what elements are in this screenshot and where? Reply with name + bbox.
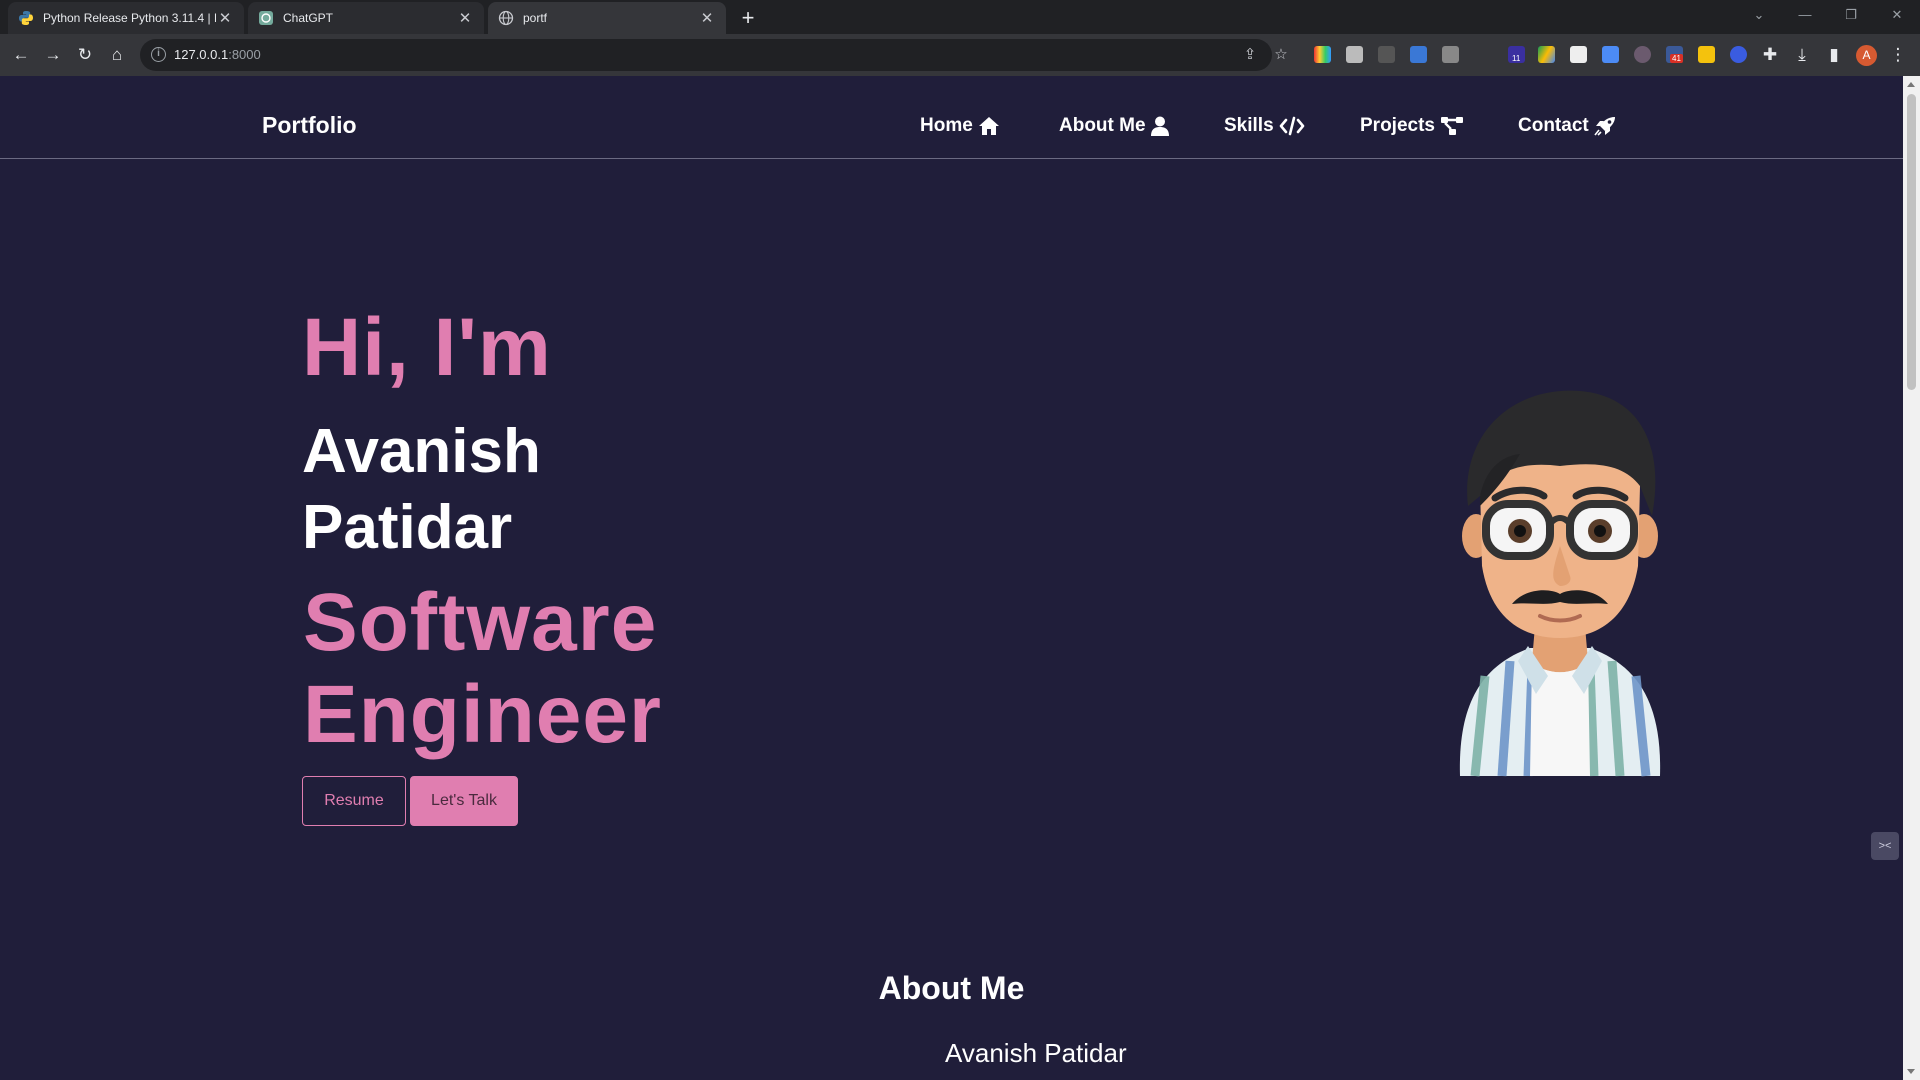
- nav-link-label: Contact: [1518, 115, 1589, 136]
- screen-extension-icon[interactable]: [1442, 46, 1459, 63]
- nav-link-label: Home: [920, 115, 973, 136]
- about-name: Avanish Patidar: [945, 1038, 1127, 1068]
- portfolio-page: Portfolio Home About Me Skills Projects: [0, 76, 1903, 1080]
- hero-name: Avanish Patidar: [302, 414, 541, 566]
- scroll-up-arrow-icon[interactable]: [1907, 82, 1915, 87]
- color-extension-icon[interactable]: [1314, 46, 1331, 63]
- rocket-icon: [1594, 117, 1615, 136]
- badge-extension-icon[interactable]: 11: [1508, 46, 1525, 63]
- nav-link-contact[interactable]: Contact: [1518, 115, 1616, 137]
- house-icon: [978, 117, 999, 135]
- project-diagram-icon: [1440, 117, 1463, 135]
- tab-title: ChatGPT: [283, 11, 334, 25]
- nav-link-label: About Me: [1059, 115, 1146, 136]
- pdf-extension-icon[interactable]: [1570, 46, 1587, 63]
- forward-arrow-icon[interactable]: →: [41, 43, 65, 67]
- browser-tab-python[interactable]: Python Release Python 3.11.4 | P ✕: [8, 2, 244, 34]
- camera-extension-icon[interactable]: [1602, 46, 1619, 63]
- floating-widget-icon[interactable]: ><: [1871, 832, 1899, 860]
- scroll-down-arrow-icon[interactable]: [1907, 1069, 1915, 1074]
- browser-tab-bar: Python Release Python 3.11.4 | P ✕ ChatG…: [0, 0, 1920, 34]
- minimize-button[interactable]: —: [1782, 0, 1828, 30]
- hero-role: Software Engineer: [303, 577, 662, 761]
- tab-search-icon[interactable]: ⌄: [1736, 0, 1782, 30]
- hero-name-last: Patidar: [302, 493, 513, 562]
- url-text[interactable]: 127.0.0.1:8000: [174, 47, 261, 62]
- close-icon[interactable]: ✕: [216, 9, 234, 27]
- tab-title: Python Release Python 3.11.4 | P: [43, 11, 216, 25]
- close-icon[interactable]: ✕: [456, 9, 474, 27]
- bookmark-star-icon[interactable]: ☆: [1271, 45, 1291, 65]
- url-host: 127.0.0.1: [174, 47, 229, 62]
- nav-link-home[interactable]: Home: [920, 115, 1000, 137]
- nav-link-skills[interactable]: Skills: [1224, 115, 1305, 137]
- nav-link-label: Skills: [1224, 115, 1274, 136]
- nav-link-about[interactable]: About Me: [1059, 115, 1169, 137]
- chatgpt-icon: [259, 11, 273, 25]
- bug-extension-icon[interactable]: [1378, 46, 1395, 63]
- about-section-title: About Me: [878, 970, 1025, 1006]
- python-icon: [19, 11, 33, 25]
- translate-extension-icon[interactable]: [1410, 46, 1427, 63]
- extension-badge: 41: [1670, 54, 1683, 63]
- tab-title: portf: [523, 11, 548, 25]
- refresh-extension-icon[interactable]: [1730, 46, 1747, 63]
- back-arrow-icon[interactable]: ←: [9, 43, 33, 67]
- grid-extension-icon[interactable]: 41: [1666, 46, 1683, 63]
- url-port: :8000: [228, 47, 261, 62]
- window-close-button[interactable]: ✕: [1874, 0, 1920, 30]
- brand-logo[interactable]: Portfolio: [262, 112, 357, 139]
- memoji-avatar: [1459, 390, 1661, 777]
- navbar: Portfolio Home About Me Skills Projects: [0, 76, 1903, 159]
- browser-toolbar: ← → ↻ ⌂ i 127.0.0.1:8000 ⇪ ☆ 11 41 ✚ ⤓ ▮…: [0, 34, 1920, 76]
- pencil-extension-icon[interactable]: [1698, 46, 1715, 63]
- home-icon[interactable]: ⌂: [105, 43, 129, 67]
- circle-extension-icon[interactable]: [1634, 46, 1651, 63]
- nav-link-label: Projects: [1360, 115, 1435, 136]
- site-info-icon[interactable]: i: [151, 47, 166, 62]
- menu-kebab-icon[interactable]: ⋮: [1886, 43, 1910, 67]
- user-icon: [1150, 116, 1169, 136]
- hero-role-line2: Engineer: [303, 669, 662, 760]
- globe-icon: [498, 10, 514, 26]
- hero-name-first: Avanish: [302, 417, 541, 486]
- download-icon[interactable]: ⤓: [1790, 43, 1814, 67]
- close-icon[interactable]: ✕: [698, 9, 716, 27]
- lets-talk-button[interactable]: Let's Talk: [410, 776, 518, 826]
- restore-button[interactable]: ❐: [1828, 0, 1874, 30]
- extension-badge: 11: [1510, 54, 1523, 63]
- profile-avatar[interactable]: A: [1856, 45, 1877, 66]
- browser-tab-portf[interactable]: portf ✕: [488, 2, 726, 34]
- code-icon: [1279, 116, 1304, 136]
- page-scrollbar[interactable]: [1903, 76, 1920, 1080]
- share-icon[interactable]: ⇪: [1240, 45, 1260, 65]
- hero-greeting: Hi, I'm: [302, 302, 552, 393]
- resume-button[interactable]: Resume: [302, 776, 406, 826]
- scrollbar-thumb[interactable]: [1907, 94, 1916, 390]
- hero-role-line1: Software: [303, 577, 658, 668]
- extension-icon[interactable]: [1346, 46, 1363, 63]
- puzzle-extensions-icon[interactable]: ✚: [1758, 43, 1782, 67]
- drive-extension-icon[interactable]: [1538, 46, 1555, 63]
- reload-icon[interactable]: ↻: [73, 43, 97, 67]
- browser-tab-chatgpt[interactable]: ChatGPT ✕: [248, 2, 484, 34]
- nav-link-projects[interactable]: Projects: [1360, 115, 1464, 137]
- side-panel-icon[interactable]: ▮: [1822, 43, 1846, 67]
- address-bar[interactable]: i 127.0.0.1:8000 ⇪ ☆: [140, 39, 1288, 71]
- new-tab-button[interactable]: +: [734, 4, 762, 32]
